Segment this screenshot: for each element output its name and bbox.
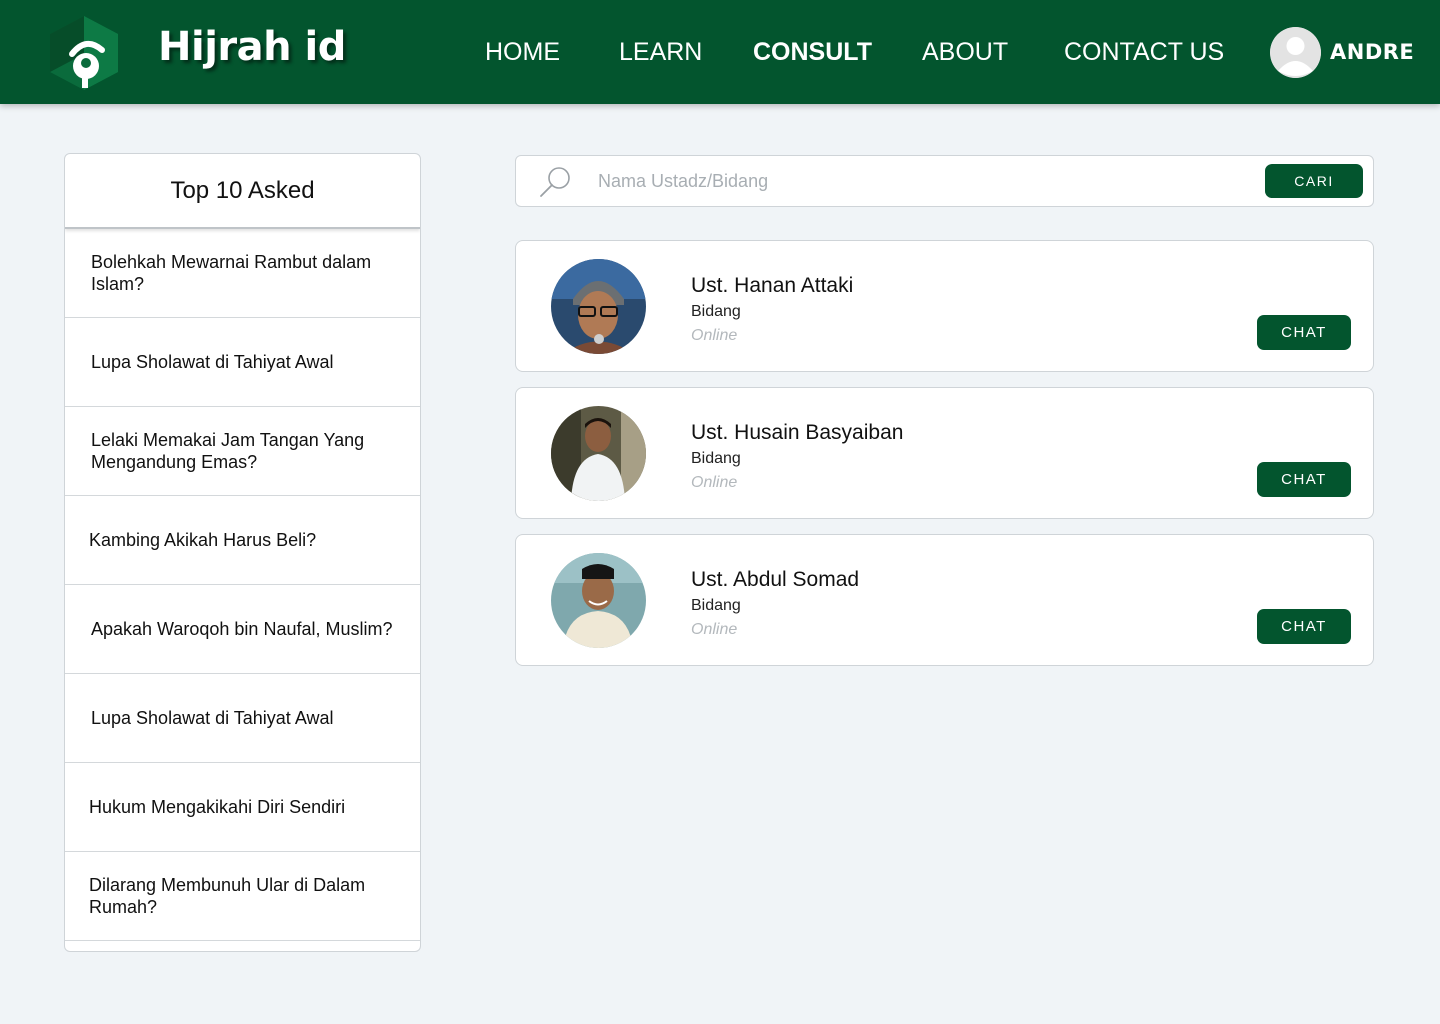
- consultant-card: Ust. Husain Basyaiban Bidang Online CHAT: [515, 387, 1374, 519]
- nav-consult[interactable]: CONSULT: [753, 38, 872, 67]
- consultant-field: Bidang: [691, 303, 741, 320]
- consultant-card: Ust. Abdul Somad Bidang Online CHAT: [515, 534, 1374, 666]
- consultant-name: Ust. Hanan Attaki: [691, 274, 854, 297]
- brand-logo-icon[interactable]: [44, 14, 124, 92]
- question-item[interactable]: Lupa Sholawat di Tahiyat Awal: [65, 318, 420, 407]
- nav-contact-us[interactable]: CONTACT US: [1064, 38, 1224, 67]
- question-item[interactable]: Lupa Sholawat di Tahiyat Awal: [65, 674, 420, 763]
- question-item[interactable]: Apakah Waroqoh bin Naufal, Muslim?: [65, 585, 420, 674]
- user-name[interactable]: ANDRE: [1330, 40, 1414, 64]
- consultant-photo: [551, 259, 646, 354]
- consultant-photo: [551, 406, 646, 501]
- chat-button[interactable]: CHAT: [1257, 609, 1351, 644]
- question-item[interactable]: Hukum Mengakikahi Diri Sendiri: [65, 763, 420, 852]
- chat-button[interactable]: CHAT: [1257, 462, 1351, 497]
- question-item[interactable]: Bolehkah Mewarnai Rambut dalam Islam?: [65, 229, 420, 318]
- top-asked-title: Top 10 Asked: [65, 154, 420, 229]
- search-icon: [538, 165, 572, 199]
- user-avatar-icon[interactable]: [1270, 27, 1321, 78]
- question-item[interactable]: Kambing Akikah Harus Beli?: [65, 496, 420, 585]
- nav-about[interactable]: ABOUT: [922, 38, 1008, 67]
- consultant-status: Online: [691, 621, 738, 638]
- consultant-card: Ust. Hanan Attaki Bidang Online CHAT: [515, 240, 1374, 372]
- consultant-status: Online: [691, 474, 738, 491]
- consultant-field: Bidang: [691, 450, 741, 467]
- consultant-name: Ust. Abdul Somad: [691, 568, 860, 591]
- question-item[interactable]: Lelaki Memakai Jam Tangan Yang Mengandun…: [65, 407, 420, 496]
- search-button[interactable]: CARI: [1265, 164, 1363, 198]
- nav-learn[interactable]: LEARN: [619, 38, 702, 67]
- question-item[interactable]: Dilarang Membunuh Ular di Dalam Rumah?: [65, 852, 420, 941]
- consultant-field: Bidang: [691, 597, 741, 614]
- top-navbar: Hijrah id HOME LEARN CONSULT ABOUT CONTA…: [0, 0, 1440, 104]
- brand-name[interactable]: Hijrah id: [158, 24, 346, 70]
- search-bar: CARI: [515, 155, 1374, 207]
- consultant-status: Online: [691, 327, 738, 344]
- chat-button[interactable]: CHAT: [1257, 315, 1351, 350]
- consultant-photo: [551, 553, 646, 648]
- nav-home[interactable]: HOME: [485, 38, 560, 67]
- top-asked-panel: Top 10 Asked Bolehkah Mewarnai Rambut da…: [64, 153, 421, 952]
- search-input[interactable]: [598, 165, 1248, 197]
- consultant-name: Ust. Husain Basyaiban: [691, 421, 904, 444]
